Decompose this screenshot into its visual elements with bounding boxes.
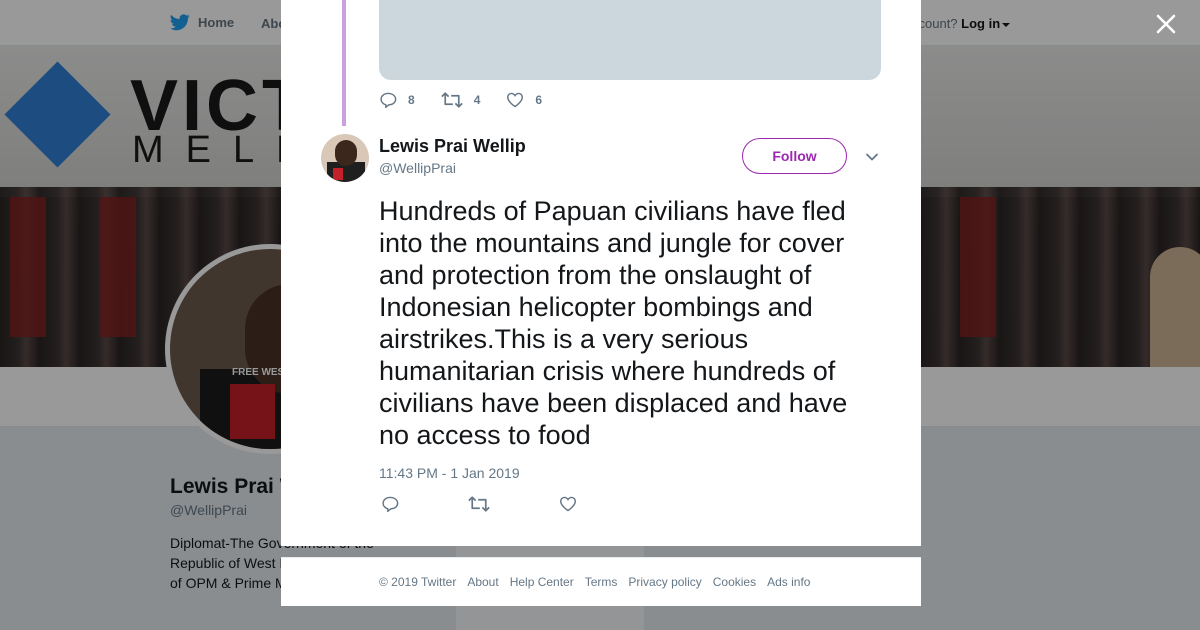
- tweet-author-handle[interactable]: @WellipPrai: [379, 160, 456, 176]
- follow-button[interactable]: Follow: [742, 138, 847, 174]
- like-button[interactable]: 6: [506, 92, 542, 108]
- footer-link-terms[interactable]: Terms: [585, 575, 618, 589]
- tweet-avatar-face: [335, 140, 357, 166]
- footer-copyright: © 2019 Twitter: [379, 575, 457, 589]
- footer-link-privacy[interactable]: Privacy policy: [628, 575, 701, 589]
- previous-tweet-actions: 8 4 6: [379, 92, 568, 108]
- like-count: 6: [535, 93, 543, 107]
- retweet-icon: [468, 496, 490, 512]
- footer-link-about[interactable]: About: [467, 575, 498, 589]
- heart-icon: [507, 92, 524, 108]
- chevron-down-icon[interactable]: [865, 150, 879, 164]
- retweet-button[interactable]: [468, 496, 501, 512]
- footer-link-cookies[interactable]: Cookies: [713, 575, 756, 589]
- tweet-permalink-modal: 8 4 6 Lewis Prai Wellip @WellipPrai Foll…: [281, 0, 921, 546]
- tweet-author-name[interactable]: Lewis Prai Wellip: [379, 136, 526, 157]
- modal-footer: © 2019 Twitter About Help Center Terms P…: [281, 557, 921, 606]
- reply-count: 8: [408, 93, 415, 107]
- reply-button[interactable]: 8: [379, 92, 415, 108]
- tweet-author-avatar[interactable]: [321, 134, 369, 182]
- footer-link-ads-info[interactable]: Ads info: [767, 575, 810, 589]
- tweet-text: Hundreds of Papuan civilians have fled i…: [379, 196, 848, 450]
- heart-icon: [559, 496, 577, 512]
- like-button[interactable]: [559, 496, 588, 512]
- tweet-avatar-flag: [333, 168, 343, 180]
- reply-button[interactable]: [381, 496, 410, 512]
- tweet-actions: [381, 496, 646, 512]
- retweet-icon: [440, 92, 463, 108]
- tweet-timestamp[interactable]: 11:43 PM - 1 Jan 2019: [379, 465, 520, 481]
- retweet-button[interactable]: 4: [440, 92, 481, 108]
- thread-connector-line: [342, 0, 346, 126]
- reply-icon: [382, 496, 399, 512]
- reply-icon: [380, 92, 397, 108]
- close-icon[interactable]: [1152, 10, 1180, 38]
- retweet-count: 4: [473, 93, 481, 107]
- footer-links: © 2019 Twitter About Help Center Terms P…: [379, 575, 821, 589]
- previous-tweet-media[interactable]: [379, 0, 881, 80]
- footer-link-help-center[interactable]: Help Center: [510, 575, 574, 589]
